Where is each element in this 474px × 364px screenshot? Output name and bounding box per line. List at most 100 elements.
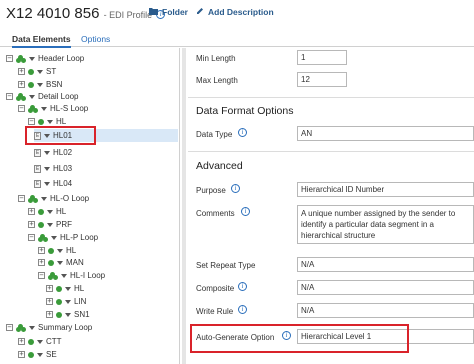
tree-item-label: LIN (74, 297, 87, 306)
collapse-icon[interactable]: − (6, 55, 13, 63)
expand-icon[interactable]: + (28, 221, 35, 229)
expand-icon[interactable]: + (18, 338, 25, 346)
collapse-icon[interactable]: − (18, 105, 25, 113)
comments-field[interactable]: A unique number assigned by the sender t… (297, 205, 474, 244)
tree-item-hl03[interactable]: E HL03 (34, 162, 72, 175)
tree-item-hl04[interactable]: E HL04 (34, 177, 72, 190)
profile-name: X12 4010 856 (6, 5, 100, 22)
panel-scrollbar[interactable] (182, 48, 186, 364)
folder-icon (149, 7, 158, 17)
tree-item-se[interactable]: + SE (18, 348, 57, 361)
expand-icon[interactable]: + (38, 247, 45, 255)
max-length-field[interactable]: 12 (297, 72, 347, 87)
collapse-icon[interactable]: − (28, 234, 35, 242)
tree-item-hl-s-loop[interactable]: − HL-S Loop (18, 102, 88, 115)
tree-item-label: HL04 (53, 179, 73, 188)
expand-icon[interactable]: + (46, 311, 53, 319)
collapse-icon[interactable]: − (6, 324, 13, 332)
tree-item-ctt[interactable]: + CTT (18, 335, 62, 348)
edit-icon (196, 7, 204, 17)
tree-item-label: MAN (66, 258, 84, 267)
expand-icon[interactable]: + (46, 298, 53, 306)
composite-select[interactable]: N/A (297, 280, 474, 295)
caret-down-icon (37, 352, 43, 357)
tab-options[interactable]: Options (81, 34, 110, 44)
expand-icon[interactable]: + (18, 81, 25, 89)
loop-icon (16, 92, 26, 101)
tree-item-header-loop[interactable]: − Header Loop (6, 52, 84, 65)
segment-icon (28, 81, 34, 88)
tree-item-hl-i-loop[interactable]: − HL-I Loop (38, 269, 105, 282)
data-format-heading: Data Format Options (196, 105, 294, 117)
tree-item-prf[interactable]: + PRF (28, 218, 72, 231)
folder-button[interactable]: Folder (149, 7, 188, 17)
max-length-label: Max Length (196, 76, 238, 85)
tree-item-label: SN1 (74, 310, 90, 319)
min-length-field[interactable]: 1 (297, 50, 347, 65)
data-type-label: Data Type (196, 130, 233, 139)
tab-data-elements[interactable]: Data Elements (12, 34, 71, 48)
segment-icon (56, 298, 62, 305)
info-icon[interactable]: i (238, 305, 247, 314)
collapse-icon[interactable]: − (18, 195, 25, 203)
tree-item-hl[interactable]: + HL (46, 282, 84, 295)
expand-icon[interactable]: + (18, 68, 25, 76)
caret-down-icon (65, 312, 71, 317)
section-divider (188, 151, 474, 152)
tree-item-label: Summary Loop (38, 323, 93, 332)
tree-item-hl-o-loop[interactable]: − HL-O Loop (18, 192, 89, 205)
info-icon[interactable]: i (231, 184, 240, 193)
tree-item-hl[interactable]: + HL (28, 205, 66, 218)
add-description-label: Add Description (208, 7, 274, 17)
expand-icon[interactable]: + (46, 285, 53, 293)
tree-item-label: CTT (46, 337, 62, 346)
collapse-icon[interactable]: − (28, 118, 35, 126)
tree-item-lin[interactable]: + LIN (46, 295, 86, 308)
tree-item-label: HL (74, 284, 85, 293)
caret-down-icon (41, 106, 47, 111)
loop-icon (16, 54, 26, 63)
caret-down-icon (65, 286, 71, 291)
tree-item-hl02[interactable]: E HL02 (34, 146, 72, 159)
write-rule-label: Write Rule (196, 307, 234, 316)
segment-icon (38, 208, 44, 215)
tree-item-label: ST (46, 67, 57, 76)
min-length-label: Min Length (196, 54, 236, 63)
segment-icon (28, 351, 34, 358)
tree-item-summary-loop[interactable]: − Summary Loop (6, 321, 92, 334)
caret-down-icon (57, 260, 63, 265)
expand-icon[interactable]: + (38, 259, 45, 267)
tree-item-label: Header Loop (38, 54, 85, 63)
add-description-button[interactable]: Add Description (196, 7, 274, 17)
element-icon: E (34, 179, 41, 188)
tree-item-st[interactable]: + ST (18, 65, 56, 78)
caret-down-icon (44, 150, 50, 155)
tree-item-hl-p-loop[interactable]: − HL-P Loop (28, 231, 98, 244)
expand-icon[interactable]: + (28, 208, 35, 216)
write-rule-select[interactable]: N/A (297, 303, 474, 318)
caret-down-icon (37, 69, 43, 74)
tree-item-label: HL02 (53, 148, 73, 157)
info-icon[interactable]: i (241, 207, 250, 216)
tree-item-label: HL-I Loop (70, 271, 106, 280)
info-icon[interactable]: i (238, 282, 247, 291)
info-icon[interactable]: i (238, 128, 247, 137)
caret-down-icon (41, 196, 47, 201)
section-divider (188, 97, 474, 98)
caret-down-icon (44, 181, 50, 186)
tree-item-sn1[interactable]: + SN1 (46, 308, 90, 321)
collapse-icon[interactable]: − (6, 93, 13, 101)
segment-icon (38, 221, 44, 228)
data-type-select[interactable]: AN (297, 126, 474, 141)
set-repeat-type-select[interactable]: N/A (297, 257, 474, 272)
purpose-field[interactable]: Hierarchical ID Number (297, 182, 474, 197)
expand-icon[interactable]: + (18, 351, 25, 359)
segment-icon (28, 68, 34, 75)
collapse-icon[interactable]: − (38, 272, 45, 280)
profile-type: - EDI Profile (103, 10, 153, 20)
tree-item-man[interactable]: + MAN (38, 256, 84, 269)
caret-down-icon (47, 119, 53, 124)
segment-icon (48, 259, 54, 266)
tree-item-label: HL (66, 246, 77, 255)
caret-down-icon (44, 166, 50, 171)
